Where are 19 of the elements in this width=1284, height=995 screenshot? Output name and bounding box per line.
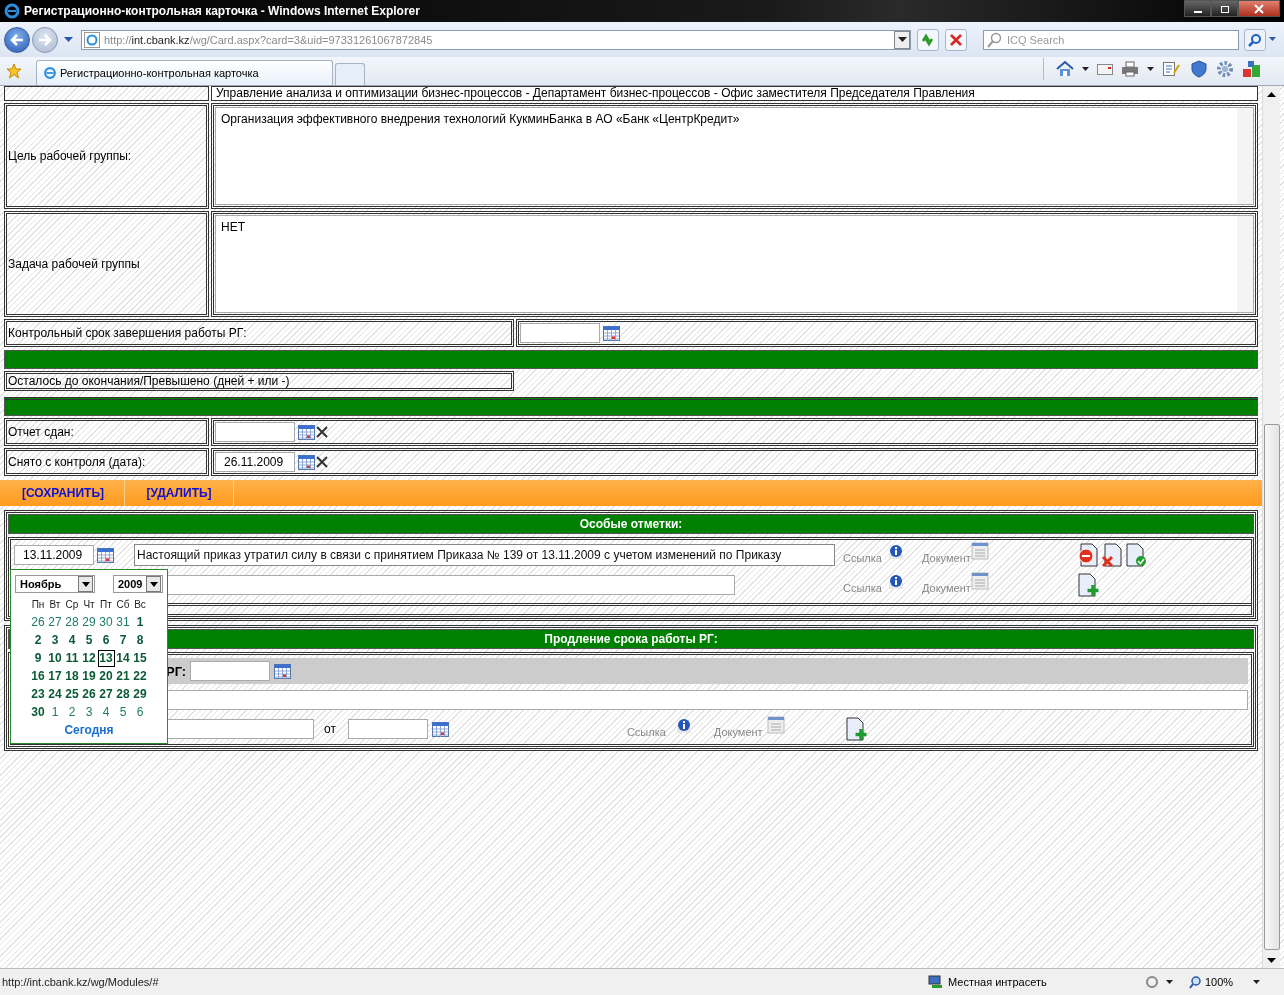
weekday-label: Пт xyxy=(99,598,113,612)
field-label: Цель рабочей группы: xyxy=(8,149,132,163)
field-label: Отчет сдан: xyxy=(8,425,74,439)
section-header: Особые отметки: xyxy=(8,514,1254,534)
department-text: Управление анализа и оптимизации бизнес-процессов - Департамент бизнес-процессов - Офис заместителя Председателя Правления xyxy=(216,87,975,100)
field-label: от xyxy=(324,722,336,736)
status-text: http://int.cbank.kz/wg/Modules/# xyxy=(2,976,160,988)
field-label: Снято с контроля (дата): xyxy=(8,455,146,469)
window-title: Регистрационно-контрольная карточка - Windows Internet Explorer xyxy=(24,4,420,18)
zone-text: Местная интрасеть xyxy=(948,976,1047,988)
weekday-label: Пн xyxy=(30,598,46,612)
weekday-label: Чт xyxy=(82,598,96,612)
weekday-label: Вс xyxy=(133,598,147,612)
weekday-label: Вт xyxy=(48,598,62,612)
field-label: Контрольный срок завершения работы РГ: xyxy=(8,326,247,340)
weekday-label: Сб xyxy=(115,598,131,612)
weekday-label: Ср xyxy=(64,598,80,612)
field-label: Задача рабочей группы xyxy=(8,257,140,271)
field-label: Осталось до окончания/Превышено (дней + или -) xyxy=(8,374,290,388)
